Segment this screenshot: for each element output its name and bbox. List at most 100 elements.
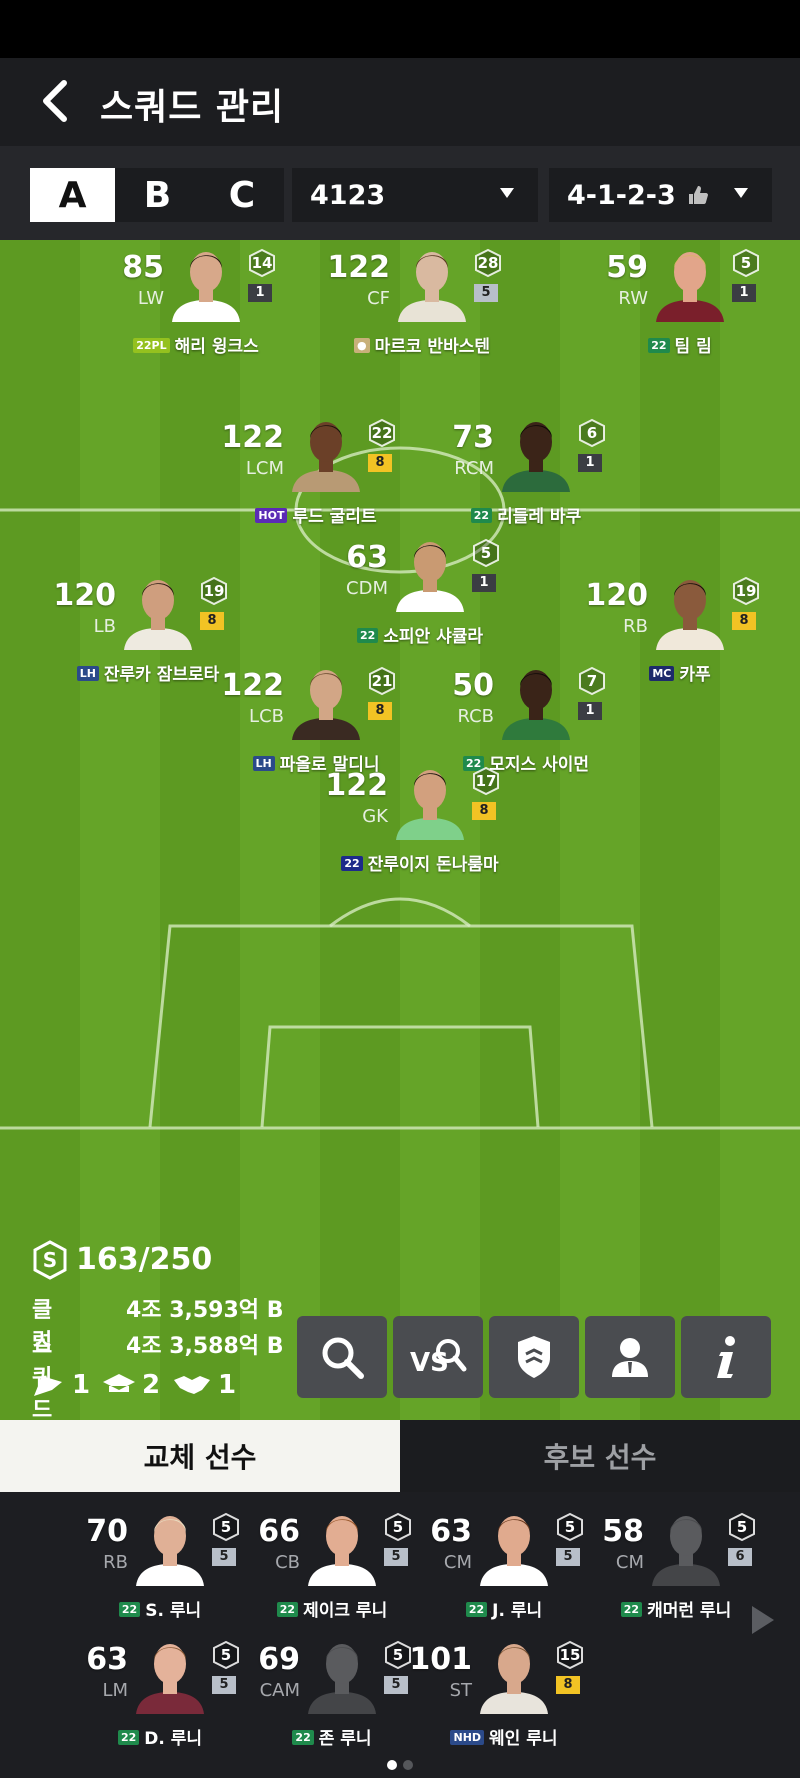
player-enhance-grade: 1	[578, 702, 602, 720]
player-photo	[308, 1504, 376, 1586]
stat-hand: 1	[172, 1370, 236, 1400]
next-page-arrow-icon[interactable]	[752, 1606, 774, 1634]
player-enhance-grade: 8	[200, 612, 224, 630]
coach-button[interactable]	[585, 1316, 675, 1398]
player-name-row: HOT 루드 굴리트	[196, 502, 436, 527]
player-name: 제이크 루니	[303, 1601, 388, 1621]
player-enhance-grade: 1	[732, 284, 756, 302]
page-title: 스쿼드 관리	[100, 87, 285, 128]
player-ovr: 58	[602, 1514, 644, 1549]
search-button[interactable]	[297, 1316, 387, 1398]
player-ovr: 59	[606, 250, 648, 285]
season-badge: 22	[356, 628, 379, 643]
starters-player-card[interactable]: 122 CF 28 5 ● 마르코 반바스텐	[302, 240, 542, 360]
player-ovr: 70	[86, 1514, 128, 1549]
person-icon	[612, 1338, 648, 1377]
starters-player-card[interactable]: 73 RCM 6 1 22 리들레 바쿠	[406, 410, 646, 530]
club-value: 4조 3,593억 B	[126, 1298, 284, 1323]
starters-player-card[interactable]: 85 LW 14 1 22PL 해리 윙크스	[76, 240, 316, 360]
player-position: RW	[618, 288, 648, 309]
player-name: 웨인 루니	[489, 1729, 558, 1749]
tactic-dropdown[interactable]: 4-1-2-3	[549, 168, 772, 222]
stat-hand-value: 1	[218, 1370, 237, 1400]
svg-text:VS: VS	[410, 1348, 449, 1378]
page-dot-active	[387, 1760, 397, 1770]
player-ovr: 122	[325, 768, 388, 803]
player-level: 5	[480, 544, 492, 562]
player-level: 21	[371, 672, 393, 690]
season-badge: LH	[252, 756, 275, 771]
player-photo	[292, 658, 360, 740]
player-photo	[480, 1504, 548, 1586]
bench-panel: 70 RB 5 5 22 S. 루니 66 CB 5 5 22 제이크 루니 63 CM 5 5 22 J. 루니…	[0, 1492, 800, 1778]
tab-substitutes[interactable]: 교체 선수	[0, 1420, 400, 1492]
season-badge: 22	[470, 508, 493, 523]
shield-icon	[518, 1336, 550, 1378]
player-enhance-grade: 8	[368, 454, 392, 472]
tab-reserves[interactable]: 후보 선수	[400, 1420, 800, 1492]
player-position: LB	[93, 616, 116, 637]
svg-text:S: S	[43, 1248, 57, 1272]
squad-value: 4조 3,588억 B	[126, 1334, 284, 1359]
player-photo	[656, 568, 724, 650]
player-level: 14	[251, 254, 273, 272]
player-position: RB	[623, 616, 648, 637]
player-ovr: 120	[585, 578, 648, 613]
tab-squad-c[interactable]: C	[200, 168, 284, 222]
player-name-row: ● 마르코 반바스텐	[302, 332, 542, 357]
player-level-badge: 5	[472, 538, 500, 568]
vs-search-button[interactable]: VS	[393, 1316, 483, 1398]
starters-player-card[interactable]: 122 LCM 22 8 HOT 루드 굴리트	[196, 410, 436, 530]
season-badge: ●	[353, 338, 370, 353]
thumbs-up-icon	[688, 186, 708, 204]
tab-squad-b[interactable]: B	[115, 168, 200, 222]
player-name: 소피안 샤큘라	[383, 627, 484, 647]
search-icon	[322, 1337, 364, 1379]
player-position: RCB	[457, 706, 494, 727]
player-name-row: 22 팀 림	[560, 332, 800, 357]
back-button[interactable]	[30, 76, 80, 126]
player-name-row: 22PL 해리 윙크스	[76, 332, 316, 357]
player-photo	[502, 410, 570, 492]
player-name: 존 루니	[318, 1729, 372, 1749]
player-position: LCM	[245, 458, 284, 479]
player-ovr: 69	[258, 1642, 300, 1677]
player-name: 잔루이지 돈나룸마	[367, 855, 499, 875]
starters-player-card[interactable]: 122 GK 17 8 22 잔루이지 돈나룸마	[300, 758, 540, 878]
stat-flag: 1	[32, 1370, 90, 1400]
page-dot	[403, 1760, 413, 1770]
season-badge: 22	[276, 1602, 299, 1617]
player-ovr: 50	[452, 668, 494, 703]
player-enhance-grade: 5	[474, 284, 498, 302]
formation-dropdown[interactable]: 4123	[292, 168, 538, 222]
season-badge: 22	[117, 1730, 140, 1745]
stat-cap-value: 2	[142, 1370, 161, 1400]
player-position: CDM	[346, 578, 388, 599]
player-position: CB	[275, 1552, 300, 1573]
player-position: LCB	[249, 706, 284, 727]
player-position: CM	[615, 1552, 644, 1573]
tab-squad-a[interactable]: A	[30, 168, 115, 222]
player-enhance-grade: 8	[732, 612, 756, 630]
starters-player-card[interactable]: 63 CDM 5 1 22 소피안 샤큘라	[300, 530, 540, 650]
player-level: 6	[586, 424, 598, 442]
player-name: 카푸	[679, 665, 711, 685]
player-name-row: 22 소피안 샤큘라	[300, 622, 540, 647]
starters-player-card[interactable]: 59 RW 5 1 22 팀 림	[560, 240, 800, 360]
player-position: CAM	[259, 1680, 300, 1701]
info-button[interactable]	[681, 1316, 771, 1398]
player-ovr: 122	[327, 250, 390, 285]
player-enhance-grade: 1	[472, 574, 496, 592]
player-level-badge: 19	[732, 576, 760, 606]
player-name: D. 루니	[144, 1729, 203, 1749]
player-photo	[172, 240, 240, 322]
player-level-badge: 19	[200, 576, 228, 606]
player-ovr: 73	[452, 420, 494, 455]
season-badge: HOT	[255, 508, 288, 523]
player-ovr: 63	[86, 1642, 128, 1677]
team-color-button[interactable]	[489, 1316, 579, 1398]
bench-player-card[interactable]: 101 ST 15 8 NHD 웨인 루니	[384, 1632, 624, 1752]
player-enhance-grade: 1	[578, 454, 602, 472]
player-level: 7	[586, 672, 598, 690]
chevron-left-icon	[43, 80, 67, 122]
